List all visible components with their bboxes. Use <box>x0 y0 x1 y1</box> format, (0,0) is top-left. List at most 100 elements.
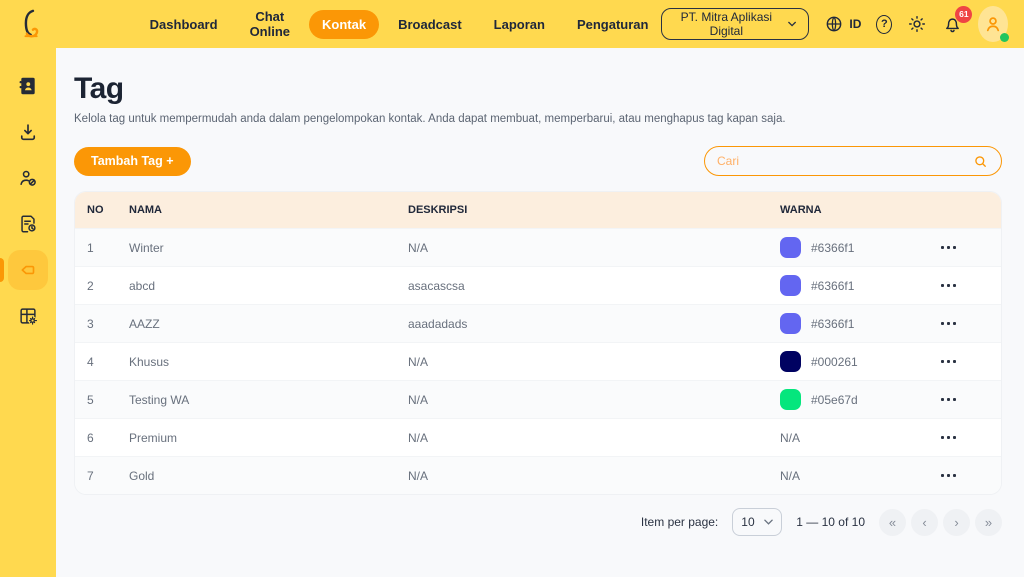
cell-deskripsi: N/A <box>408 241 780 255</box>
sidebar-item-blocked-contacts[interactable] <box>8 158 48 198</box>
table-gear-icon <box>17 305 39 327</box>
row-menu-button[interactable] <box>934 392 963 407</box>
page-title: Tag <box>74 72 1002 106</box>
cell-deskripsi: N/A <box>408 355 780 369</box>
table-row: 2 abcd asacascsa #6366f1 <box>75 266 1001 304</box>
table-row: 5 Testing WA N/A #05e67d <box>75 380 1001 418</box>
first-page-button[interactable]: « <box>879 509 906 536</box>
table-row: 4 Khusus N/A #000261 <box>75 342 1001 380</box>
theme-toggle-icon[interactable] <box>907 14 927 34</box>
cell-actions <box>908 278 989 293</box>
cell-deskripsi: aaadadads <box>408 317 780 331</box>
sidebar-item-tag[interactable] <box>8 250 48 290</box>
page-subtitle: Kelola tag untuk mempermudah anda dalam … <box>74 113 1002 125</box>
cell-nama: AAZZ <box>129 317 408 331</box>
cell-no: 6 <box>87 431 129 445</box>
table-row: 7 Gold N/A N/A <box>75 456 1001 494</box>
nav-item-pengaturan[interactable]: Pengaturan <box>564 10 662 39</box>
add-tag-button[interactable]: Tambah Tag + <box>74 147 191 176</box>
sidebar <box>0 48 56 577</box>
topbar-right: PT. Mitra Aplikasi Digital ID ? <box>661 6 1008 42</box>
table-row: 1 Winter N/A #6366f1 <box>75 228 1001 266</box>
column-header-warna: WARNA <box>780 204 908 216</box>
cell-nama: Testing WA <box>129 393 408 407</box>
nav-item-chat-online[interactable]: Chat Online <box>237 2 303 46</box>
app-logo[interactable] <box>16 6 49 42</box>
table-header: NO NAMA DESKRIPSI WARNA <box>75 192 1001 228</box>
prev-page-button[interactable]: ‹ <box>911 509 938 536</box>
sidebar-item-contacts[interactable] <box>8 66 48 106</box>
cell-actions <box>908 354 989 369</box>
color-hex: #6366f1 <box>811 317 854 331</box>
row-menu-button[interactable] <box>934 430 963 445</box>
color-swatch <box>780 351 801 372</box>
cell-warna: #000261 <box>780 351 908 372</box>
user-avatar[interactable] <box>978 6 1008 42</box>
company-name: PT. Mitra Aplikasi Digital <box>674 10 778 38</box>
row-menu-button[interactable] <box>934 240 963 255</box>
next-page-button[interactable]: › <box>943 509 970 536</box>
user-block-icon <box>17 167 39 189</box>
cell-warna: #05e67d <box>780 389 908 410</box>
cell-warna: N/A <box>780 431 908 445</box>
cell-deskripsi: N/A <box>408 393 780 407</box>
tag-table: NO NAMA DESKRIPSI WARNA 1 Winter N/A #63… <box>74 191 1002 495</box>
row-menu-button[interactable] <box>934 316 963 331</box>
color-swatch <box>780 275 801 296</box>
nav-item-kontak[interactable]: Kontak <box>309 10 379 39</box>
table-row: 3 AAZZ aaadadads #6366f1 <box>75 304 1001 342</box>
nav-item-laporan[interactable]: Laporan <box>481 10 558 39</box>
table-row: 6 Premium N/A N/A <box>75 418 1001 456</box>
sidebar-item-segment[interactable] <box>8 296 48 336</box>
nav-item-broadcast[interactable]: Broadcast <box>385 10 475 39</box>
cell-deskripsi: asacascsa <box>408 279 780 293</box>
main-nav: DashboardChat OnlineKontakBroadcastLapor… <box>137 2 662 46</box>
items-per-page-select[interactable]: 10 <box>732 508 782 536</box>
search-icon[interactable] <box>972 153 989 170</box>
actions-row: Tambah Tag + <box>74 146 1002 176</box>
sidebar-item-history[interactable] <box>8 204 48 244</box>
topbar: DashboardChat OnlineKontakBroadcastLapor… <box>0 0 1024 48</box>
cell-actions <box>908 430 989 445</box>
pagination-range: 1 — 10 of 10 <box>796 515 865 529</box>
notification-badge: 61 <box>955 6 972 23</box>
sun-icon <box>907 14 927 34</box>
help-icon[interactable]: ? <box>876 15 892 34</box>
cell-nama: abcd <box>129 279 408 293</box>
color-swatch <box>780 237 801 258</box>
online-status-dot <box>1000 33 1009 42</box>
nav-item-dashboard[interactable]: Dashboard <box>137 10 231 39</box>
color-hex: #6366f1 <box>811 279 854 293</box>
language-code: ID <box>849 17 861 31</box>
chevron-down-icon <box>788 21 796 27</box>
cell-warna: N/A <box>780 469 908 483</box>
color-swatch <box>780 313 801 334</box>
notifications-button[interactable]: 61 <box>942 14 963 35</box>
column-header-nama: NAMA <box>129 204 408 216</box>
row-menu-button[interactable] <box>934 468 963 483</box>
cell-actions <box>908 468 989 483</box>
company-selector[interactable]: PT. Mitra Aplikasi Digital <box>661 8 809 40</box>
download-icon <box>17 121 39 143</box>
cell-deskripsi: N/A <box>408 431 780 445</box>
cell-actions <box>908 240 989 255</box>
cell-actions <box>908 392 989 407</box>
row-menu-button[interactable] <box>934 354 963 369</box>
row-menu-button[interactable] <box>934 278 963 293</box>
cell-no: 2 <box>87 279 129 293</box>
pagination-buttons: «‹›» <box>879 509 1002 536</box>
search-input[interactable] <box>717 154 972 168</box>
address-book-icon <box>17 75 39 97</box>
color-swatch <box>780 389 801 410</box>
language-toggle[interactable]: ID <box>824 14 861 34</box>
cell-no: 3 <box>87 317 129 331</box>
sidebar-item-import[interactable] <box>8 112 48 152</box>
cell-nama: Gold <box>129 469 408 483</box>
cell-no: 5 <box>87 393 129 407</box>
color-hex: #6366f1 <box>811 241 854 255</box>
last-page-button[interactable]: » <box>975 509 1002 536</box>
cell-no: 4 <box>87 355 129 369</box>
logo-icon <box>17 8 47 40</box>
cell-deskripsi: N/A <box>408 469 780 483</box>
cell-nama: Khusus <box>129 355 408 369</box>
